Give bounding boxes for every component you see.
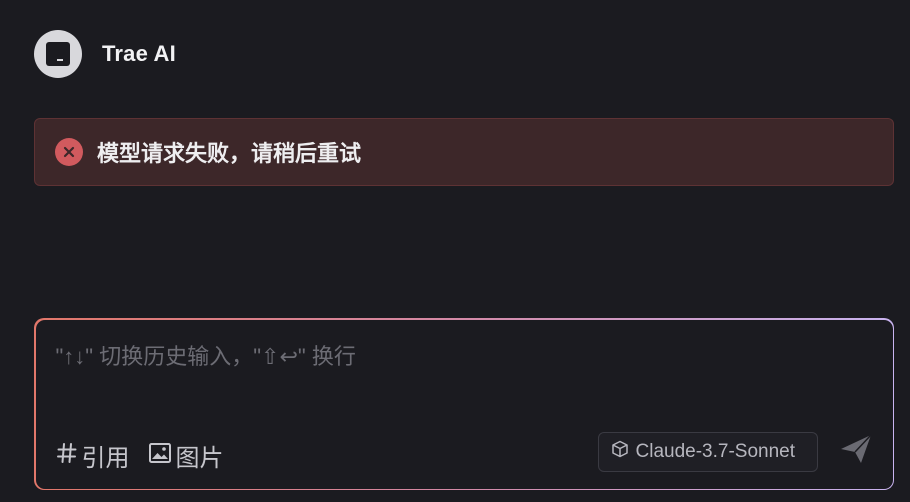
reference-button[interactable]: 引用	[56, 438, 130, 473]
avatar	[34, 30, 82, 78]
reference-label: 引用	[81, 444, 130, 472]
chat-header: Trae AI	[34, 30, 176, 78]
error-banner: 模型请求失败，请稍后重试	[34, 118, 894, 186]
composer-inner: 引用 图片	[35, 319, 893, 489]
message-composer: 引用 图片	[34, 318, 894, 490]
error-x-circle-icon	[55, 138, 83, 166]
send-icon	[839, 433, 873, 470]
image-button[interactable]: 图片	[148, 438, 224, 473]
model-label: Claude-3.7-Sonnet	[635, 440, 796, 462]
terminal-logo-icon	[46, 42, 70, 66]
cube-icon	[611, 440, 629, 463]
composer-toolbar: 引用 图片	[56, 438, 242, 473]
image-icon	[148, 442, 172, 469]
send-button[interactable]	[836, 432, 876, 472]
error-message: 模型请求失败，请稍后重试	[97, 141, 362, 166]
chat-panel: Trae AI 模型请求失败，请稍后重试 引用	[0, 0, 910, 502]
app-title: Trae AI	[102, 41, 176, 66]
hash-icon	[56, 442, 78, 469]
image-label: 图片	[175, 444, 224, 472]
message-input[interactable]	[55, 339, 856, 374]
model-selector[interactable]: Claude-3.7-Sonnet	[597, 431, 818, 472]
